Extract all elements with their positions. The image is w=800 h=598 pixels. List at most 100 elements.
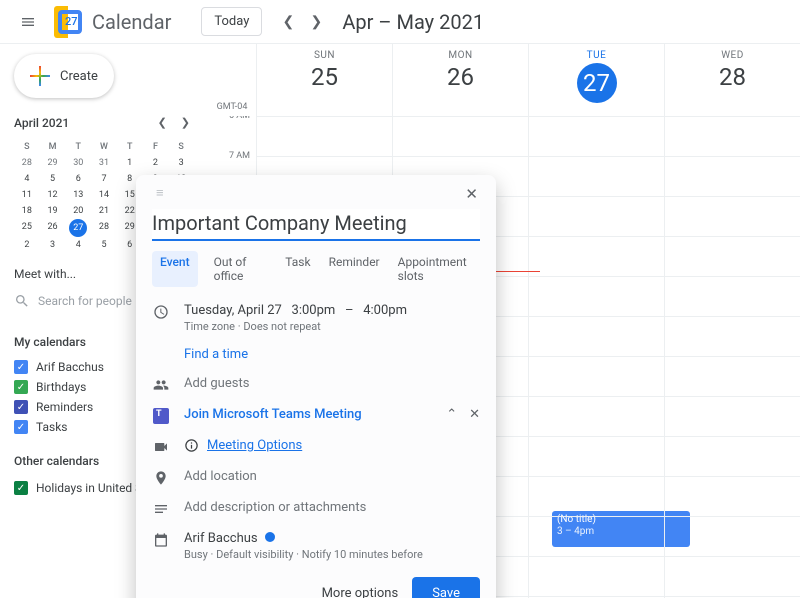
mini-cal-title: April 2021 bbox=[14, 116, 69, 130]
mini-day[interactable]: 2 bbox=[14, 237, 40, 253]
today-button[interactable]: Today bbox=[201, 7, 262, 36]
tab-task[interactable]: Task bbox=[283, 251, 312, 287]
timezone-label: GMT-04 bbox=[208, 44, 256, 116]
mini-next-button[interactable]: ❯ bbox=[177, 112, 194, 133]
event-date[interactable]: Tuesday, April 27 bbox=[184, 303, 282, 318]
hour-cell[interactable] bbox=[528, 276, 664, 316]
event-editor-modal: ≡ ✕ Event Out of office Task Reminder Appoin… bbox=[136, 175, 496, 598]
mini-day[interactable]: 4 bbox=[14, 171, 40, 187]
drag-handle[interactable]: ≡ ✕ bbox=[152, 185, 480, 203]
hour-cell[interactable] bbox=[664, 396, 800, 436]
mini-day[interactable]: 14 bbox=[91, 187, 117, 203]
hour-cell[interactable] bbox=[664, 236, 800, 276]
hour-cell[interactable] bbox=[528, 236, 664, 276]
checkbox[interactable]: ✓ bbox=[14, 481, 28, 495]
checkbox[interactable]: ✓ bbox=[14, 360, 28, 374]
mini-day[interactable]: 18 bbox=[14, 203, 40, 219]
hour-cell[interactable] bbox=[528, 156, 664, 196]
day-header[interactable]: TUE27 bbox=[528, 44, 664, 116]
close-icon[interactable]: ✕ bbox=[465, 185, 480, 203]
hour-cell[interactable] bbox=[528, 436, 664, 476]
calendar-label: Arif Bacchus bbox=[36, 360, 104, 374]
mini-day[interactable]: 2 bbox=[143, 155, 169, 171]
checkbox[interactable]: ✓ bbox=[14, 380, 28, 394]
mini-day[interactable]: 3 bbox=[40, 237, 66, 253]
organizer-sub[interactable]: Busy · Default visibility · Notify 10 mi… bbox=[184, 548, 480, 561]
mini-day[interactable]: 25 bbox=[14, 219, 40, 237]
create-label: Create bbox=[60, 69, 98, 84]
hour-cell[interactable] bbox=[664, 276, 800, 316]
mini-day[interactable]: 20 bbox=[65, 203, 91, 219]
mini-day[interactable]: 3 bbox=[168, 155, 194, 171]
day-header[interactable]: MON26 bbox=[392, 44, 528, 116]
more-options-button[interactable]: More options bbox=[322, 586, 399, 598]
chevron-up-icon[interactable]: ⌃ bbox=[446, 407, 457, 422]
event-title-input[interactable] bbox=[152, 209, 480, 241]
event-start[interactable]: 3:00pm bbox=[292, 303, 336, 318]
hour-cell[interactable] bbox=[528, 516, 664, 556]
hamburger-menu[interactable] bbox=[8, 2, 48, 42]
remove-conference-icon[interactable]: ✕ bbox=[469, 407, 480, 422]
checkbox[interactable]: ✓ bbox=[14, 420, 28, 434]
join-teams-link[interactable]: Join Microsoft Teams Meeting bbox=[184, 407, 362, 422]
hour-cell[interactable] bbox=[664, 516, 800, 556]
mini-day[interactable]: 26 bbox=[40, 219, 66, 237]
add-location-input[interactable]: Add location bbox=[184, 469, 257, 484]
timezone-repeat[interactable]: Time zone · Does not repeat bbox=[184, 320, 480, 333]
tab-out-of-office[interactable]: Out of office bbox=[212, 251, 270, 287]
mini-day[interactable]: 31 bbox=[91, 155, 117, 171]
mini-day[interactable]: 12 bbox=[40, 187, 66, 203]
create-button[interactable]: Create bbox=[14, 54, 114, 98]
hour-cell[interactable] bbox=[528, 556, 664, 596]
tab-event[interactable]: Event bbox=[152, 251, 198, 287]
day-header[interactable]: WED28 bbox=[664, 44, 800, 116]
save-button[interactable]: Save bbox=[412, 577, 480, 598]
mini-day[interactable]: 1 bbox=[117, 155, 143, 171]
mini-day[interactable]: 5 bbox=[91, 237, 117, 253]
mini-day[interactable]: 29 bbox=[40, 155, 66, 171]
hour-cell[interactable] bbox=[664, 476, 800, 516]
hour-cell[interactable] bbox=[528, 396, 664, 436]
hour-cell[interactable] bbox=[528, 476, 664, 516]
mini-dow: S bbox=[168, 139, 194, 155]
meeting-options-link[interactable]: Meeting Options bbox=[207, 438, 302, 453]
hour-cell[interactable] bbox=[664, 156, 800, 196]
mini-day[interactable]: 21 bbox=[91, 203, 117, 219]
mini-day[interactable]: 11 bbox=[14, 187, 40, 203]
hour-cell[interactable] bbox=[528, 116, 664, 156]
people-icon bbox=[152, 376, 170, 393]
mini-day[interactable]: 4 bbox=[65, 237, 91, 253]
mini-day[interactable]: 28 bbox=[14, 155, 40, 171]
hour-cell[interactable] bbox=[664, 196, 800, 236]
mini-day[interactable]: 28 bbox=[91, 219, 117, 237]
hour-cell[interactable] bbox=[664, 316, 800, 356]
find-a-time-link[interactable]: Find a time bbox=[184, 347, 248, 362]
hour-cell[interactable] bbox=[528, 196, 664, 236]
checkbox[interactable]: ✓ bbox=[14, 400, 28, 414]
mini-day[interactable]: 19 bbox=[40, 203, 66, 219]
add-guests-input[interactable]: Add guests bbox=[184, 376, 249, 391]
mini-day[interactable]: 6 bbox=[65, 171, 91, 187]
hour-cell[interactable] bbox=[664, 356, 800, 396]
mini-day[interactable]: 7 bbox=[91, 171, 117, 187]
prev-period-button[interactable]: ❮ bbox=[274, 8, 302, 36]
hour-cell[interactable] bbox=[528, 316, 664, 356]
hour-cell[interactable] bbox=[664, 556, 800, 596]
hour-cell[interactable] bbox=[528, 356, 664, 396]
description-icon bbox=[152, 500, 170, 517]
hour-cell[interactable] bbox=[256, 116, 392, 156]
hour-cell[interactable] bbox=[664, 436, 800, 476]
day-header[interactable]: SUN25 bbox=[256, 44, 392, 116]
tab-appointment-slots[interactable]: Appointment slots bbox=[396, 251, 480, 287]
event-end[interactable]: 4:00pm bbox=[363, 303, 407, 318]
hour-cell[interactable] bbox=[664, 116, 800, 156]
mini-prev-button[interactable]: ❮ bbox=[154, 112, 171, 133]
mini-day[interactable]: 27 bbox=[69, 219, 87, 237]
hour-cell[interactable] bbox=[392, 116, 528, 156]
mini-day[interactable]: 30 bbox=[65, 155, 91, 171]
add-description-input[interactable]: Add description or attachments bbox=[184, 500, 366, 515]
mini-day[interactable]: 5 bbox=[40, 171, 66, 187]
mini-day[interactable]: 13 bbox=[65, 187, 91, 203]
next-period-button[interactable]: ❯ bbox=[302, 8, 330, 36]
tab-reminder[interactable]: Reminder bbox=[327, 251, 382, 287]
